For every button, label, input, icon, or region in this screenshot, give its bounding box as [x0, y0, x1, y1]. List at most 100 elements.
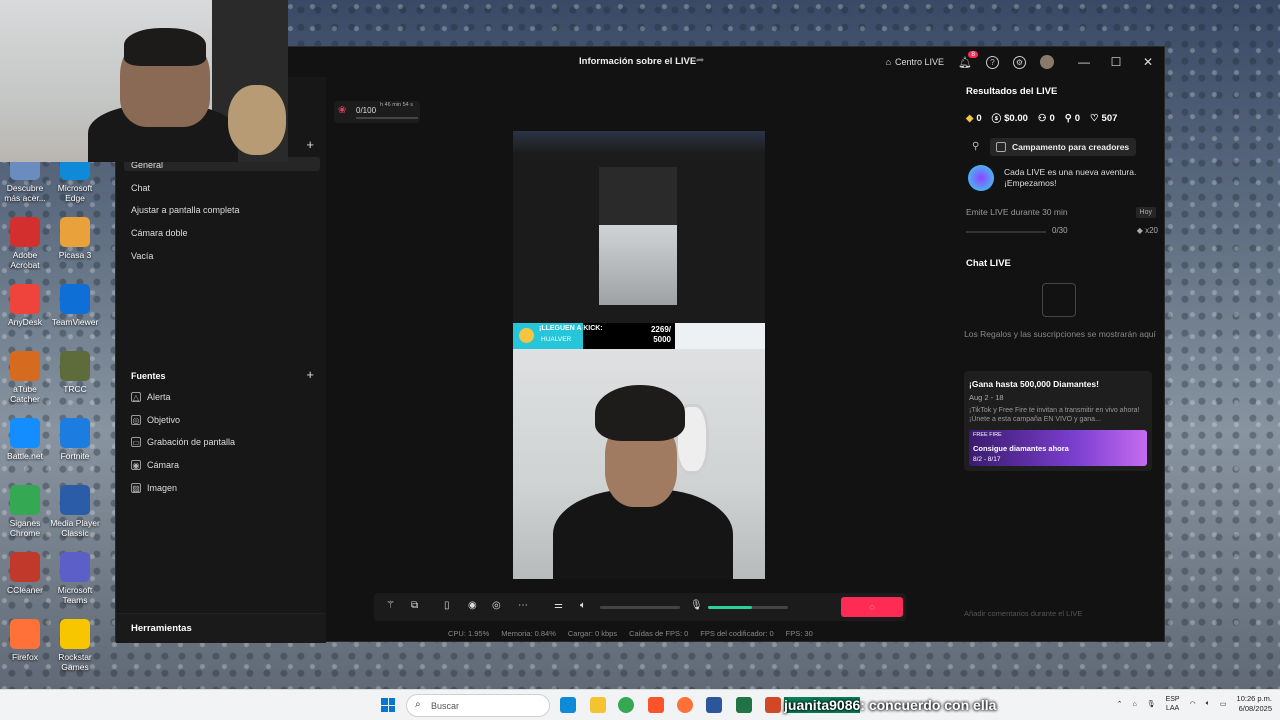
desktop-icon[interactable]: aTube Catcher	[0, 351, 50, 404]
microphone-icon[interactable]: 🎙︎	[690, 600, 703, 611]
help-icon[interactable]: ?	[986, 55, 999, 69]
share-icon[interactable]: ➦	[696, 55, 704, 66]
medal-icon	[519, 328, 534, 343]
money-stat: ⓢ $0.00	[991, 112, 1028, 126]
task-reward: ◆ x20	[1136, 226, 1158, 235]
stream-preview[interactable]: ¡LLEGUEN A KICK: HUALVER 2269/5000	[513, 131, 765, 579]
firefox-icon[interactable]	[677, 697, 693, 713]
source-camera[interactable]: ◉ Cámara	[131, 460, 179, 470]
desktop-icon[interactable]: CCleaner	[0, 552, 50, 595]
followers-stat: ⚲ 0	[1064, 112, 1080, 124]
bell-icon: △	[131, 392, 141, 402]
desktop-icon[interactable]: Battle.net	[0, 418, 50, 461]
chat-input[interactable]: Añadir comentarios durante el LIVE	[964, 609, 1154, 618]
phone-icon[interactable]: ▯	[444, 600, 450, 611]
shield-icon: ◎	[131, 415, 141, 425]
chat-section: Chat LIVE Los Regalos y las suscripcione…	[958, 253, 1162, 353]
desktop-icon[interactable]: TRCC	[50, 351, 100, 394]
desktop-icon[interactable]: Microsoft Teams	[50, 552, 100, 605]
search-input[interactable]: ⌕ Buscar	[406, 694, 550, 717]
app-icon	[10, 552, 40, 582]
desktop-icon[interactable]: AnyDesk	[0, 284, 50, 327]
maximize-button[interactable]: ☐	[1100, 55, 1132, 69]
close-button[interactable]: ✕	[1132, 55, 1164, 69]
desktop-icon[interactable]: Adobe Acrobat	[0, 217, 50, 270]
desktop-icon[interactable]: Media Player Classic	[50, 485, 100, 538]
network-icon[interactable]: ⌂	[1132, 701, 1136, 708]
desktop-icon[interactable]: Fortnite	[50, 418, 100, 461]
heart-icon: ♡	[1090, 112, 1099, 124]
scene-fullscreen[interactable]: Ajustar a pantalla completa	[131, 205, 240, 215]
centro-live-button[interactable]: ⌂ Centro LIVE	[886, 57, 944, 67]
add-source-button[interactable]: +	[306, 367, 314, 382]
chrome-icon[interactable]	[618, 697, 634, 713]
goal-widget: ❀ 0/100 h 46 min 54 s	[334, 101, 420, 123]
excel-icon[interactable]	[736, 697, 752, 713]
desktop-icon[interactable]: Rockstar Games	[50, 619, 100, 672]
volume-icon[interactable]: 🔈︎	[1206, 700, 1210, 708]
window-title: Información sobre el LIVE	[579, 56, 697, 67]
scene-empty[interactable]: Vacía	[131, 251, 153, 261]
camera-settings-icon[interactable]: ◎	[492, 600, 501, 611]
battery-icon[interactable]: ▭	[1220, 700, 1227, 708]
edge-icon[interactable]	[560, 697, 576, 713]
settings-gear-icon[interactable]: ⚙	[1013, 55, 1026, 69]
coin-icon: ⓢ	[991, 114, 1002, 125]
preview-camera	[513, 349, 765, 579]
goal-label: ¡LLEGUEN A KICK:	[539, 325, 603, 332]
app-icon	[60, 619, 90, 649]
desktop-icon[interactable]: Picasa 3	[50, 217, 100, 260]
speaker-icon[interactable]: 🔈︎	[580, 600, 586, 611]
campamento-button[interactable]: Campamento para creadores	[990, 138, 1136, 156]
viewers-stat: ⚇ 0	[1037, 112, 1055, 124]
desktop-icon-label: Microsoft Edge	[57, 183, 93, 203]
layout-icon[interactable]: ⧉	[411, 600, 418, 611]
chevron-up-icon[interactable]: ⌃	[1117, 700, 1123, 708]
promo-card[interactable]: ¡Gana hasta 500,000 Diamantes! Aug 2 - 1…	[964, 371, 1152, 471]
source-screen-capture[interactable]: ▭ Grabación de pantalla	[131, 437, 235, 447]
powerpoint-icon[interactable]	[765, 697, 781, 713]
desktop-icon-label: Battle.net	[7, 451, 43, 461]
app-icon	[10, 284, 40, 314]
more-icon[interactable]: ⋯	[518, 600, 528, 611]
adjust-icon[interactable]: ⚌	[554, 600, 563, 611]
desktop-icon-label: Siganes Chrome	[9, 518, 41, 538]
upload-stat: Cargar: 0 kbps	[567, 629, 618, 638]
magic-effects-icon[interactable]: ⚚	[386, 600, 395, 611]
tools-section[interactable]: Herramientas	[116, 613, 326, 643]
results-stats: ◆ 0 ⓢ $0.00 ⚇ 0 ⚲ 0 ♡ 507	[966, 111, 1156, 126]
scene-chat[interactable]: Chat	[131, 183, 150, 193]
app-icon	[60, 418, 90, 448]
language-indicator[interactable]: ESP LAA	[1166, 695, 1180, 713]
likes-stat: ♡ 507	[1090, 112, 1118, 124]
volume-slider[interactable]	[600, 606, 680, 609]
app-icon	[10, 485, 40, 515]
brave-icon[interactable]	[648, 697, 664, 713]
source-goal[interactable]: ◎ Objetivo	[131, 415, 180, 425]
promo-banner[interactable]: FREE FIRE Consigue diamantes ahora 8/2 -…	[969, 430, 1147, 466]
mic-tray-icon[interactable]: 🎙︎	[1147, 700, 1156, 708]
scene-dual-camera[interactable]: Cámara doble	[131, 228, 188, 238]
system-tray: ⌃ ⌂ 🎙︎ ESP LAA ◠ 🔈︎ ▭ 10:26 p.m. 6/08/2025	[1117, 694, 1272, 714]
chat-overlay: juanita9086: concuerdo con ella	[784, 697, 997, 713]
source-alert[interactable]: △ Alerta	[131, 392, 171, 402]
source-image[interactable]: ▨ Imagen	[131, 483, 177, 493]
desktop-icon[interactable]: Siganes Chrome	[0, 485, 50, 538]
go-live-button[interactable]: ◌	[841, 597, 903, 617]
notifications-bell-icon[interactable]: 🔔︎ 8	[958, 50, 978, 69]
clock[interactable]: 10:26 p.m. 6/08/2025	[1237, 694, 1272, 714]
results-title: Resultados del LIVE	[966, 86, 1058, 97]
desktop-icon[interactable]: TeamViewer	[50, 284, 100, 327]
word-icon[interactable]	[706, 697, 722, 713]
wifi-icon[interactable]: ◠	[1190, 700, 1196, 708]
desktop-icon[interactable]: Firefox	[0, 619, 50, 662]
add-scene-button[interactable]: +	[306, 137, 314, 152]
minimize-button[interactable]: —	[1068, 55, 1100, 69]
notification-badge: 8	[968, 50, 978, 58]
avatar[interactable]	[1040, 55, 1054, 69]
start-icon[interactable]	[381, 698, 395, 712]
record-icon[interactable]: ◉	[468, 600, 477, 611]
add-user-icon[interactable]: ⚲	[972, 141, 979, 152]
desktop-icon-label: TRCC	[63, 384, 87, 394]
folder-icon[interactable]	[590, 697, 606, 713]
